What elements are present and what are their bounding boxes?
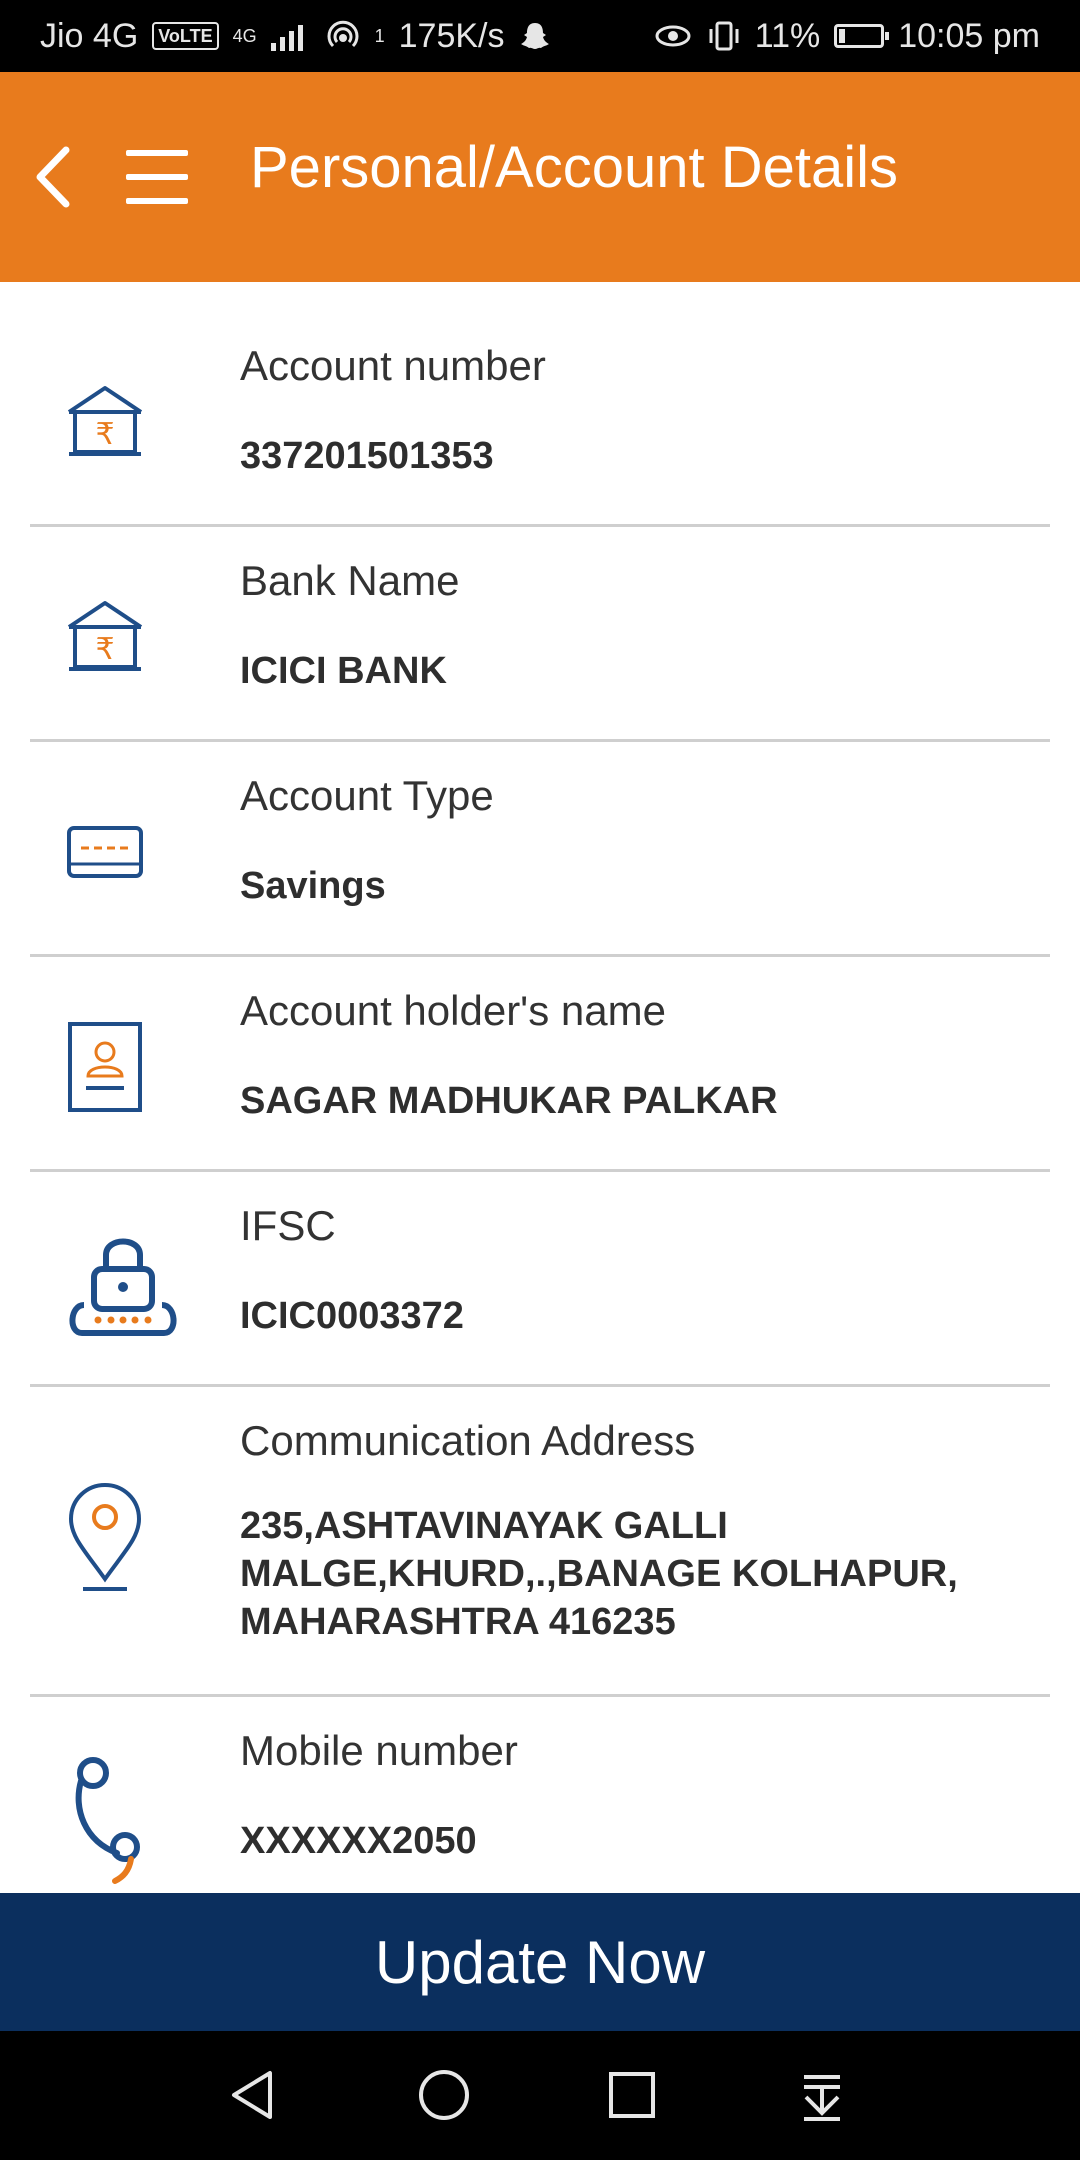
detail-row-account-holder: Account holder's name SAGAR MADHUKAR PAL…: [30, 957, 1050, 1172]
detail-row-account-type: Account Type Savings: [30, 742, 1050, 957]
chevron-left-icon: [36, 146, 70, 208]
detail-label: Communication Address: [240, 1417, 696, 1464]
detail-row-account-number: ₹ Account number 337201501353: [30, 282, 1050, 527]
eye-comfort-icon: [655, 25, 691, 47]
hamburger-icon: [126, 150, 188, 156]
hotspot-count: 1: [374, 26, 385, 46]
network-type: 4G: [232, 26, 257, 46]
triangle-back-icon: [232, 2071, 272, 2119]
card-icon: [50, 797, 160, 907]
detail-label: Account number: [240, 342, 546, 389]
detail-row-ifsc: IFSC ICIC0003372: [30, 1172, 1050, 1387]
square-recents-icon: [609, 2072, 655, 2118]
vibrate-icon: [709, 21, 739, 51]
detail-value: ICIC0003372: [240, 1295, 464, 1337]
detail-label: Account holder's name: [240, 987, 666, 1034]
page-title: Personal/Account Details: [250, 135, 898, 200]
lock-icon: [58, 1227, 188, 1337]
menu-button[interactable]: [122, 150, 192, 206]
detail-value: Savings: [240, 865, 386, 907]
phone-icon: [50, 1747, 160, 1887]
snapchat-icon: [521, 23, 550, 49]
circle-home-icon: [419, 2070, 469, 2120]
hamburger-icon: [126, 174, 188, 180]
bank-icon: ₹: [50, 582, 160, 692]
bank-icon: ₹: [50, 367, 160, 477]
back-button[interactable]: [22, 142, 82, 212]
battery-icon: [834, 24, 890, 48]
hotspot-icon: [327, 20, 359, 48]
system-nav-bar: [0, 2031, 1080, 2160]
detail-row-bank-name: ₹ Bank Name ICICI BANK: [30, 527, 1050, 742]
pull-down-icon: [804, 2075, 840, 2121]
detail-label: IFSC: [240, 1202, 336, 1249]
carrier-label: Jio 4G: [40, 16, 139, 55]
detail-label: Mobile number: [240, 1727, 518, 1774]
battery-percent: 11%: [754, 16, 821, 55]
clock: 10:05 pm: [898, 16, 1040, 55]
detail-label: Account Type: [240, 772, 494, 819]
detail-label: Bank Name: [240, 557, 460, 604]
address-line: 235,ASHTAVINAYAK GALLI: [240, 1505, 728, 1547]
address-line: MAHARASHTRA 416235: [240, 1601, 676, 1643]
detail-value: XXXXXX2050: [240, 1820, 477, 1862]
nav-recents-button[interactable]: [600, 2063, 664, 2127]
detail-value: SAGAR MADHUKAR PALKAR: [240, 1080, 778, 1122]
detail-value-address: 235,ASHTAVINAYAK GALLI MALGE,KHURD,.,BAN…: [240, 1502, 1000, 1646]
nav-notifications-button[interactable]: [790, 2063, 854, 2127]
app-bar: Personal/Account Details: [0, 72, 1080, 282]
hamburger-icon: [126, 198, 188, 204]
status-bar: Jio 4G VoLTE 4G 1 175K/s 11% 10:05 pm: [0, 0, 1080, 72]
nav-back-button[interactable]: [222, 2063, 286, 2127]
detail-value: ICICI BANK: [240, 650, 447, 692]
detail-row-mobile: Mobile number XXXXXX2050: [30, 1697, 1050, 1887]
svg-text:₹: ₹: [95, 632, 114, 667]
detail-row-address: Communication Address 235,ASHTAVINAYAK G…: [30, 1387, 1050, 1697]
address-line: MALGE,KHURD,.,BANAGE KOLHAPUR,: [240, 1553, 958, 1595]
detail-value: 337201501353: [240, 435, 494, 477]
signal-icon: [270, 25, 303, 51]
location-pin-icon: [50, 1477, 160, 1597]
network-speed: 175K/s: [398, 16, 505, 55]
id-card-icon: [50, 1012, 160, 1122]
nav-home-button[interactable]: [412, 2063, 476, 2127]
svg-text:₹: ₹: [95, 417, 114, 452]
details-list: ₹ Account number 337201501353 ₹ Bank Nam…: [0, 282, 1080, 1887]
volte-badge: VoLTE: [152, 22, 219, 50]
update-now-button[interactable]: Update Now: [0, 1893, 1080, 2031]
